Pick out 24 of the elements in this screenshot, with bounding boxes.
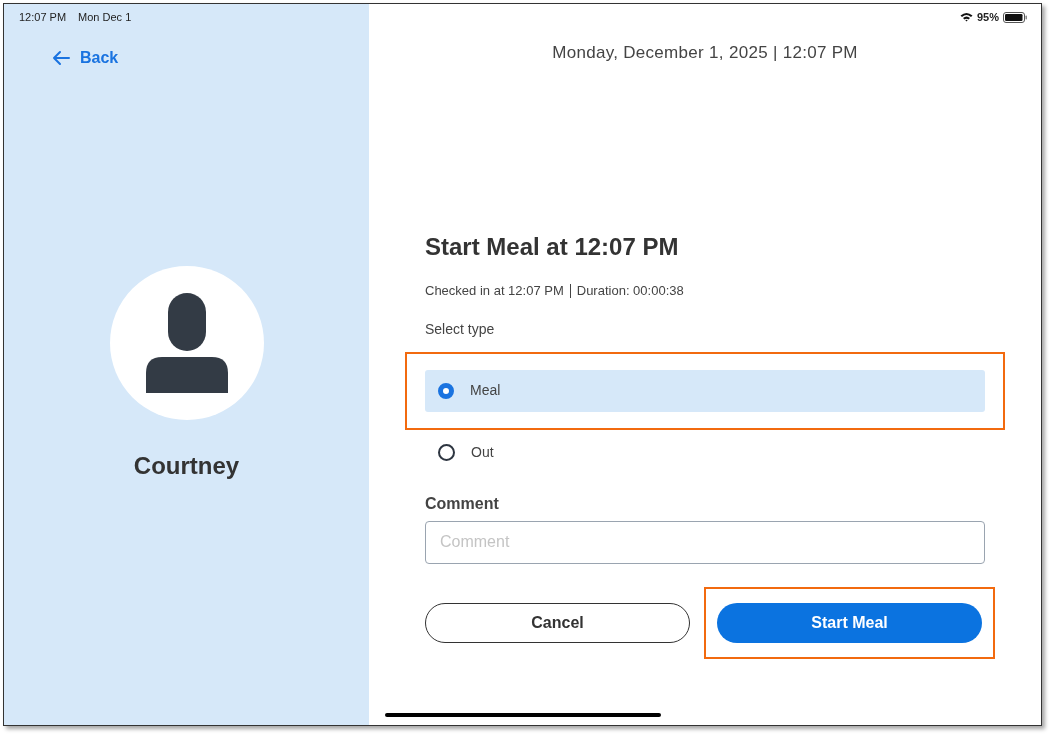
comment-field[interactable]: Comment (425, 520, 985, 564)
option-label: Meal (470, 381, 501, 400)
back-button[interactable]: Back (52, 45, 119, 70)
person-silhouette-icon (145, 292, 228, 393)
radio-button[interactable] (438, 444, 455, 461)
user-name: Courtney (133, 450, 240, 481)
checked-in-text: Checked in at 12:07 PM (425, 282, 564, 300)
type-option[interactable]: Out (425, 431, 985, 474)
option-label: Out (471, 443, 494, 462)
status-time: 12:07 PM (19, 10, 67, 25)
duration-text: Duration: 00:00:38 (576, 282, 684, 300)
type-option[interactable]: Meal (425, 369, 985, 412)
form-title: Start Meal at 12:07 PM (425, 232, 680, 262)
wifi-icon (959, 12, 973, 23)
date-time-header: Monday, December 1, 2025 | 12:07 PM (552, 41, 858, 64)
battery-icon (1003, 11, 1027, 23)
start-meal-button[interactable]: Start Meal (717, 602, 982, 643)
cancel-button[interactable]: Cancel (425, 602, 690, 643)
comment-label: Comment (425, 493, 500, 514)
status-date: Mon Dec 1 (78, 10, 132, 25)
select-type-label: Select type (425, 319, 496, 339)
back-arrow-icon (52, 49, 70, 66)
battery-level: 95% (976, 10, 999, 25)
radio-button[interactable] (438, 382, 454, 399)
